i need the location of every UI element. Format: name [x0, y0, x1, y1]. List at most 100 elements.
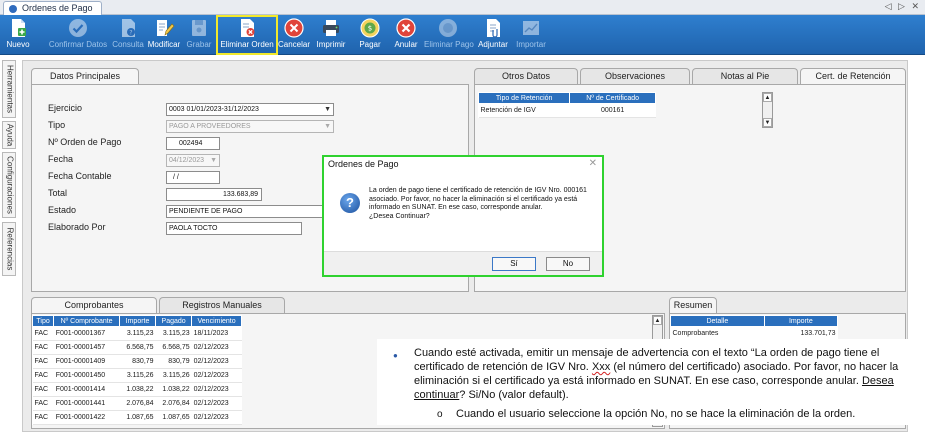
table-cell: FAC	[32, 354, 54, 369]
column-header[interactable]: Pagado	[155, 315, 193, 327]
table-cell: 02/12/2023	[191, 396, 242, 411]
tipo-select: PAGO A PROVEEDORES ▼	[166, 120, 334, 133]
side-tab-referencias[interactable]: Referencias	[2, 222, 16, 276]
table-cell: FAC	[32, 410, 54, 425]
comprobante-row[interactable]: FAC F001-00001414 1.038,22 1.038,22 02/12/20…	[32, 382, 242, 397]
table-cell: 3.115,26	[155, 368, 192, 383]
table-cell: 02/12/2023	[191, 354, 242, 369]
dialog-message-body: La orden de pago tiene el certificado de…	[369, 187, 587, 211]
nuevo-button[interactable]: Nuevo	[4, 17, 32, 53]
column-header[interactable]: Importe	[118, 315, 157, 327]
ejercicio-label: Ejercicio	[48, 103, 83, 113]
cancelar-button[interactable]: Cancelar	[278, 17, 310, 53]
svg-text:$: $	[368, 25, 372, 33]
tab-registros-manuales[interactable]: Registros Manuales	[159, 297, 285, 313]
import-chart-icon	[512, 17, 550, 39]
scroll-down-icon[interactable]: ▼	[763, 118, 772, 127]
column-header[interactable]: Importe	[763, 315, 839, 327]
retencion-table: Tipo de Retención Nº de Certificado Reten…	[477, 92, 656, 118]
table-cell: 2.076,84	[155, 396, 192, 411]
adjuntar-button[interactable]: Adjuntar	[476, 17, 510, 53]
table-cell: 6.568,75	[119, 340, 156, 355]
tab-notas-al-pie[interactable]: Notas al Pie	[692, 68, 798, 84]
yes-button[interactable]: Sí	[492, 257, 536, 271]
confirmar-datos-button: Confirmar Datos	[46, 17, 110, 53]
fecha-label: Fecha	[48, 154, 74, 164]
toolbar-button-label: Nuevo	[6, 40, 30, 49]
ejercicio-select[interactable]: 0003 01/01/2023-31/12/2023 ▼	[166, 103, 334, 116]
fecha-contable-label: Fecha Contable	[48, 171, 112, 181]
close-icon[interactable]: ✕	[589, 158, 597, 169]
nro-orden-field[interactable]: 002494	[166, 137, 220, 150]
new-doc-icon	[4, 17, 32, 39]
scroll-up-icon[interactable]: ▲	[653, 316, 662, 325]
comprobantes-table: Tipo Nº Comprobante Importe Pagado Vencimien…	[31, 315, 242, 425]
table-cell: 02/12/2023	[191, 368, 242, 383]
table-cell: FAC	[32, 340, 54, 355]
toolbar-button-label: Imprimir	[316, 40, 346, 49]
column-header[interactable]: Tipo de Retención	[477, 92, 571, 104]
tab-cert-retencion[interactable]: Cert. de Retención	[800, 68, 906, 84]
estado-label: Estado	[48, 205, 77, 215]
retencion-scrollbar[interactable]: ▲ ▼	[762, 92, 773, 128]
table-cell: 1.038,22	[119, 382, 156, 397]
toolbar-button-label: Anular	[394, 40, 418, 49]
comprobante-row[interactable]: FAC F001-00001409 830,79 830,79 02/12/2023	[32, 354, 242, 369]
grabar-button: Grabar	[184, 17, 214, 53]
document-tab-label: Ordenes de Pago	[22, 3, 93, 13]
pagar-button[interactable]: $ Pagar	[356, 17, 384, 53]
note-sub-bullet: o	[437, 409, 443, 420]
fecha-contable-field[interactable]: / /	[166, 171, 220, 184]
comprobante-row[interactable]: FAC F001-00001450 3.115,26 3.115,26 02/12/20…	[32, 368, 242, 383]
tab-observaciones[interactable]: Observaciones	[580, 68, 690, 84]
table-cell: F001-00001414	[53, 382, 120, 397]
comprobante-row[interactable]: FAC F001-00001457 6.568,75 6.568,75 02/12/20…	[32, 340, 242, 355]
table-cell: 3.115,26	[119, 368, 156, 383]
tab-datos-principales[interactable]: Datos Principales	[31, 68, 139, 84]
toolbar-button-label: Confirmar Datos	[48, 40, 108, 49]
comprobante-row[interactable]: FAC F001-00001441 2.076,84 2.076,84 02/12/20…	[32, 396, 242, 411]
note-sub-text: Cuando el usuario seleccione la opción N…	[456, 408, 856, 420]
retencion-row[interactable]: Retención de IGV 000161	[478, 103, 656, 118]
question-icon: ?	[340, 193, 360, 213]
no-button[interactable]: No	[546, 257, 590, 271]
anular-button[interactable]: Anular	[392, 17, 420, 53]
app-icon	[9, 5, 17, 13]
table-cell: F001-00001422	[53, 410, 120, 425]
comprobante-row[interactable]: FAC F001-00001422 1.087,65 1.087,65 02/12/20…	[32, 410, 242, 425]
dialog-message: La orden de pago tiene el certificado de…	[369, 187, 594, 221]
tab-resumen[interactable]: Resumen	[669, 297, 717, 313]
elaborado-field: PAOLA TOCTO	[166, 222, 302, 235]
column-header[interactable]: Tipo	[31, 315, 55, 327]
window-nav-arrows[interactable]: ◁ ▷ ✕	[885, 1, 921, 12]
chevron-down-icon: ▼	[210, 157, 217, 164]
tab-comprobantes[interactable]: Comprobantes	[31, 297, 157, 313]
eliminar-orden-button[interactable]: Eliminar Orden	[216, 15, 278, 55]
table-cell: 02/12/2023	[191, 340, 242, 355]
scroll-up-icon[interactable]: ▲	[763, 93, 772, 102]
total-field: 133.683,89	[166, 188, 262, 201]
toolbar-button-label: Pagar	[359, 40, 381, 49]
delete-doc-icon	[218, 17, 276, 39]
table-cell: FAC	[32, 382, 54, 397]
comprobante-row[interactable]: FAC F001-00001367 3.115,23 3.115,23 18/11/20…	[32, 326, 242, 341]
modificar-button[interactable]: Modificar	[146, 17, 182, 53]
toolbar-button-label: Consulta	[112, 40, 144, 49]
tab-otros-datos[interactable]: Otros Datos	[474, 68, 578, 84]
consulta-button: ? Consulta	[110, 17, 146, 53]
document-tab[interactable]: Ordenes de Pago	[3, 1, 102, 15]
toolbar-button-label: Importar	[516, 40, 546, 49]
column-header[interactable]: Nº de Certificado	[569, 92, 656, 104]
estado-field: PENDIENTE DE PAGO	[166, 205, 326, 218]
table-cell: 830,79	[155, 354, 192, 369]
imprimir-button[interactable]: Imprimir	[314, 17, 348, 53]
toolbar-button-label: Adjuntar	[478, 40, 508, 49]
annul-icon	[392, 17, 420, 39]
column-header[interactable]: Nº Comprobante	[53, 315, 120, 327]
main-toolbar: Nuevo Confirmar Datos? Consulta Modificar Gr…	[0, 15, 925, 55]
resumen-table: Detalle Importe Comprobantes 133.701,73	[670, 315, 839, 341]
column-header[interactable]: Vencimiento	[191, 315, 242, 327]
table-cell: Retención de IGV	[478, 103, 570, 118]
column-header[interactable]: Detalle	[670, 315, 765, 327]
table-cell: 000161	[569, 103, 656, 118]
